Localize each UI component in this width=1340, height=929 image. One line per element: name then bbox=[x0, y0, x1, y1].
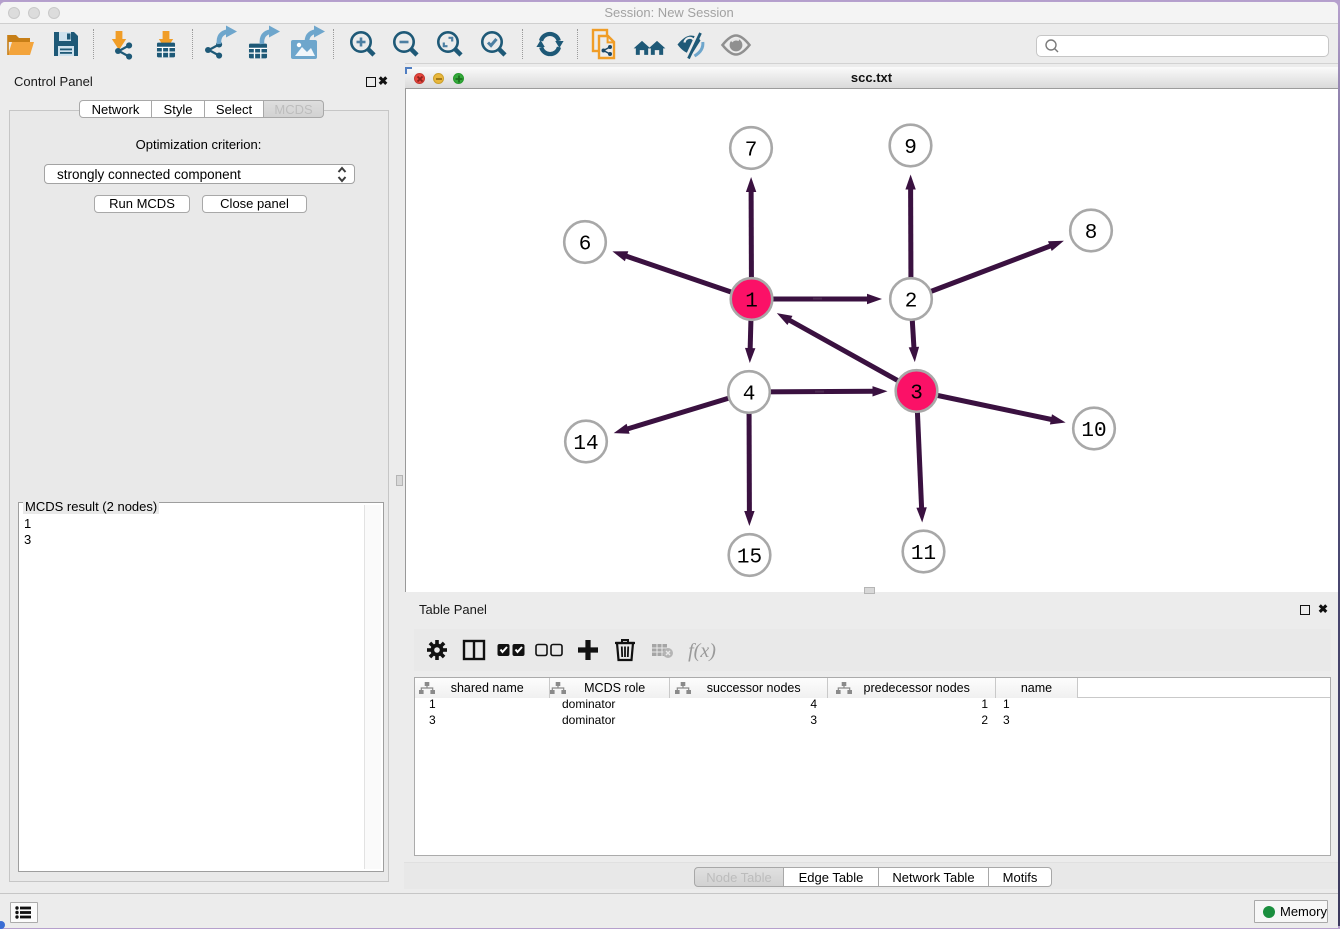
svg-text:3: 3 bbox=[910, 383, 923, 406]
svg-text:4: 4 bbox=[743, 384, 756, 407]
svg-text:11: 11 bbox=[911, 543, 936, 566]
svg-text:8: 8 bbox=[1085, 222, 1098, 245]
svg-text:7: 7 bbox=[745, 140, 758, 163]
svg-text:9: 9 bbox=[904, 137, 917, 160]
svg-text:f(x): f(x) bbox=[688, 640, 716, 662]
svg-text:14: 14 bbox=[573, 433, 598, 456]
svg-text:10: 10 bbox=[1081, 420, 1106, 443]
svg-text:1: 1 bbox=[745, 291, 758, 314]
svg-text:2: 2 bbox=[905, 291, 918, 314]
svg-text:6: 6 bbox=[579, 234, 592, 257]
svg-text:15: 15 bbox=[737, 547, 762, 570]
